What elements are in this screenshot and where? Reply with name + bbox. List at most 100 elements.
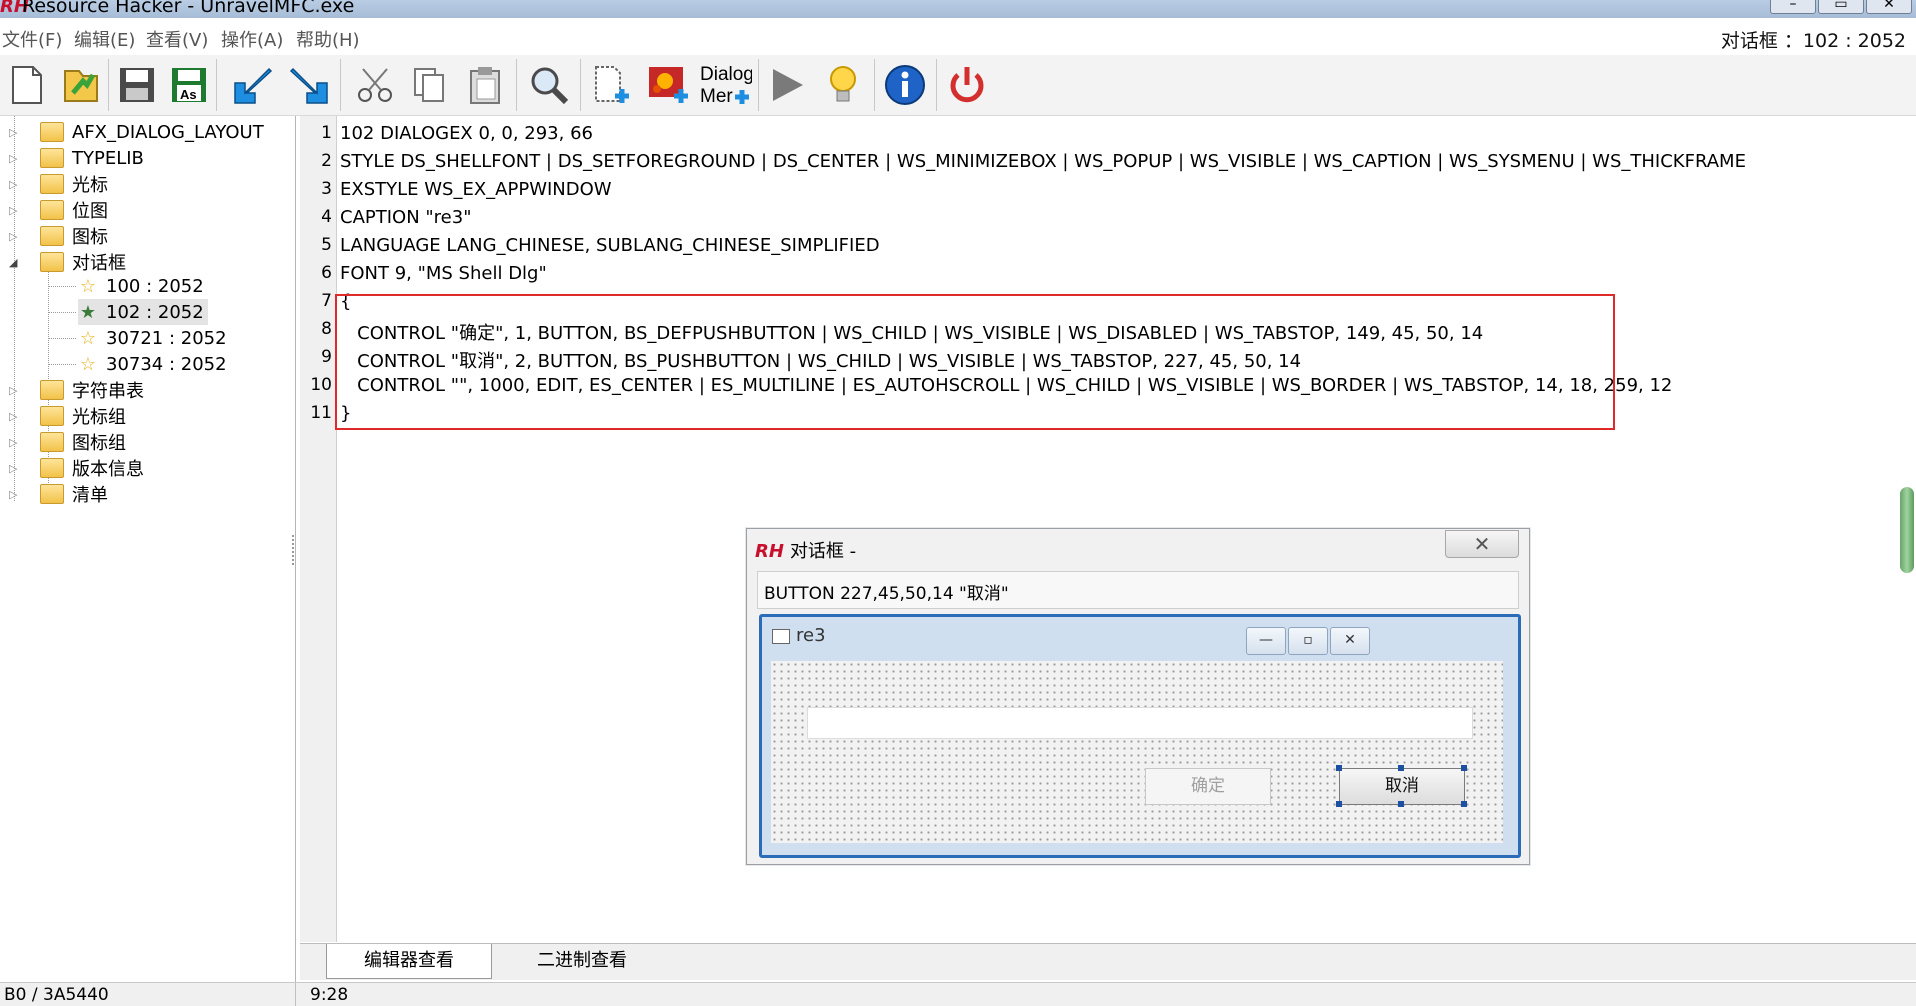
tree-item-label: 102 : 2052 — [106, 301, 204, 323]
offset-status: B0 / 3A5440 — [4, 985, 109, 1005]
tree-item-dialog-100[interactable]: ☆ 100 : 2052 — [78, 273, 204, 299]
tree-item-label: 100 : 2052 — [106, 275, 204, 297]
tree-item-version-info[interactable]: ▷ 版本信息 — [0, 455, 144, 481]
folder-icon — [40, 226, 64, 246]
tree-item-label: 字符串表 — [72, 381, 144, 402]
tree-item-cursor-group[interactable]: ▷ 光标组 — [0, 403, 126, 429]
expand-icon[interactable]: ▷ — [9, 230, 17, 243]
line-number-gutter: 1 2 3 4 5 6 7 8 9 10 11 — [300, 116, 337, 942]
tab-editor-view[interactable]: 编辑器查看 — [326, 944, 492, 979]
expand-icon[interactable]: ▷ — [9, 462, 17, 475]
tree-item-string-table[interactable]: ▷ 字符串表 — [0, 377, 144, 403]
expand-icon[interactable]: ▷ — [9, 384, 17, 397]
ok-button[interactable]: 确定 — [1145, 768, 1271, 805]
tree-item-cursor[interactable]: ▷ 光标 — [0, 171, 108, 197]
line-number: 6 — [321, 263, 332, 283]
preview-close-button[interactable]: ✕ — [1445, 530, 1519, 558]
tab-binary-view[interactable]: 二进制查看 — [500, 944, 664, 978]
window-icon — [772, 628, 790, 644]
save-as-icon[interactable]: As — [166, 61, 212, 109]
tree-item-dialog[interactable]: ◢ 对话框 — [0, 249, 126, 275]
star-icon: ☆ — [79, 275, 97, 297]
line-number: 4 — [321, 207, 332, 227]
maximize-button[interactable]: ▭ — [1818, 0, 1864, 14]
window-title: Resource Hacker - UnravelMFC.exe — [22, 0, 355, 17]
tree-item-label: 30734 : 2052 — [106, 353, 227, 375]
save-icon[interactable] — [114, 61, 160, 109]
star-icon: ★ — [79, 301, 97, 323]
paste-icon[interactable] — [462, 61, 508, 109]
expand-icon[interactable]: ▷ — [9, 204, 17, 217]
resize-handle[interactable] — [1398, 765, 1404, 771]
control-info-bar: BUTTON 227,45,50,14 "取消" — [757, 571, 1519, 609]
resize-handle[interactable] — [1461, 801, 1467, 807]
tree-item-label: 光标 — [72, 175, 108, 196]
line-number: 5 — [321, 235, 332, 255]
tree-item-dialog-30721[interactable]: ☆ 30721 : 2052 — [78, 325, 227, 351]
expand-icon[interactable]: ▷ — [9, 436, 17, 449]
expand-icon[interactable]: ▷ — [9, 152, 17, 165]
preview-dialog-re3: re3 — ▫ ✕ 确定 取消 — [759, 614, 1521, 858]
tree-item-label: AFX_DIALOG_LAYOUT — [72, 121, 264, 143]
cut-icon[interactable] — [352, 61, 398, 109]
expand-icon[interactable]: ▷ — [9, 126, 17, 139]
status-bar: B0 / 3A5440 9:28 — [0, 982, 1916, 1006]
dialog-merge-icon[interactable]: Dialog Mer — [698, 61, 752, 109]
line-number: 3 — [321, 179, 332, 199]
code-line: LANGUAGE LANG_CHINESE, SUBLANG_CHINESE_S… — [340, 235, 880, 256]
menu-action[interactable]: 操作(A) — [221, 26, 283, 52]
expand-icon[interactable]: ▷ — [9, 410, 17, 423]
folder-icon — [40, 122, 64, 142]
play-icon[interactable] — [764, 61, 810, 109]
info-icon[interactable] — [882, 61, 928, 109]
expand-icon[interactable]: ▷ — [9, 488, 17, 501]
resize-handle[interactable] — [1461, 765, 1467, 771]
find-icon[interactable] — [526, 61, 572, 109]
menu-edit[interactable]: 编辑(E) — [74, 26, 135, 52]
minimize-icon[interactable]: — — [1246, 627, 1286, 655]
line-number: 10 — [310, 375, 332, 395]
tree-item-label: 图标组 — [72, 433, 126, 454]
tree-item-label: 30721 : 2052 — [106, 327, 227, 349]
tree-item-bitmap[interactable]: ▷ 位图 — [0, 197, 108, 223]
tree-item-icon[interactable]: ▷ 图标 — [0, 223, 108, 249]
tree-item-manifest[interactable]: ▷ 清单 — [0, 481, 108, 507]
preview-title-text: 对话框 - — [789, 541, 857, 562]
tree-item-icon-group[interactable]: ▷ 图标组 — [0, 429, 126, 455]
lightbulb-icon[interactable] — [820, 61, 866, 109]
collapse-icon[interactable]: ◢ — [9, 256, 17, 269]
close-button[interactable]: ✕ — [1866, 0, 1912, 14]
edit-control[interactable] — [807, 707, 1473, 739]
resize-handle[interactable] — [1398, 801, 1404, 807]
open-folder-icon[interactable] — [58, 61, 104, 109]
line-number: 7 — [321, 291, 332, 311]
cancel-button[interactable]: 取消 — [1339, 768, 1465, 805]
menu-file[interactable]: 文件(F) — [2, 26, 62, 52]
expand-icon[interactable]: ▷ — [9, 178, 17, 191]
tree-item-typelib[interactable]: ▷ TYPELIB — [0, 145, 144, 171]
new-file-icon[interactable] — [4, 61, 50, 109]
scrollbar-thumb[interactable] — [1900, 487, 1914, 573]
tree-item-dialog-30734[interactable]: ☆ 30734 : 2052 — [78, 351, 227, 377]
resize-handle[interactable] — [1336, 765, 1342, 771]
maximize-icon[interactable]: ▫ — [1288, 627, 1328, 655]
menu-view[interactable]: 查看(V) — [146, 26, 208, 52]
tree-item-dialog-102-selected[interactable]: ★ 102 : 2052 — [78, 299, 208, 325]
tree-item-label: 对话框 — [72, 253, 126, 274]
power-icon[interactable] — [944, 61, 990, 109]
add-resource-icon[interactable] — [590, 61, 636, 109]
copy-icon[interactable] — [406, 61, 452, 109]
back-arrow-icon[interactable] — [286, 61, 332, 109]
resize-handle[interactable] — [1336, 801, 1342, 807]
minimize-button[interactable]: – — [1770, 0, 1816, 14]
panel-splitter[interactable] — [292, 535, 298, 565]
tree-item-label: TYPELIB — [72, 147, 144, 169]
star-icon: ☆ — [79, 353, 97, 375]
compile-arrow-icon[interactable] — [230, 61, 276, 109]
add-image-icon[interactable] — [646, 61, 692, 109]
code-line: 102 DIALOGEX 0, 0, 293, 66 — [340, 123, 593, 144]
folder-icon — [40, 458, 64, 478]
close-icon[interactable]: ✕ — [1330, 627, 1370, 655]
tree-item-afx-dialog-layout[interactable]: ▷ AFX_DIALOG_LAYOUT — [0, 119, 264, 145]
menu-help[interactable]: 帮助(H) — [296, 26, 360, 52]
